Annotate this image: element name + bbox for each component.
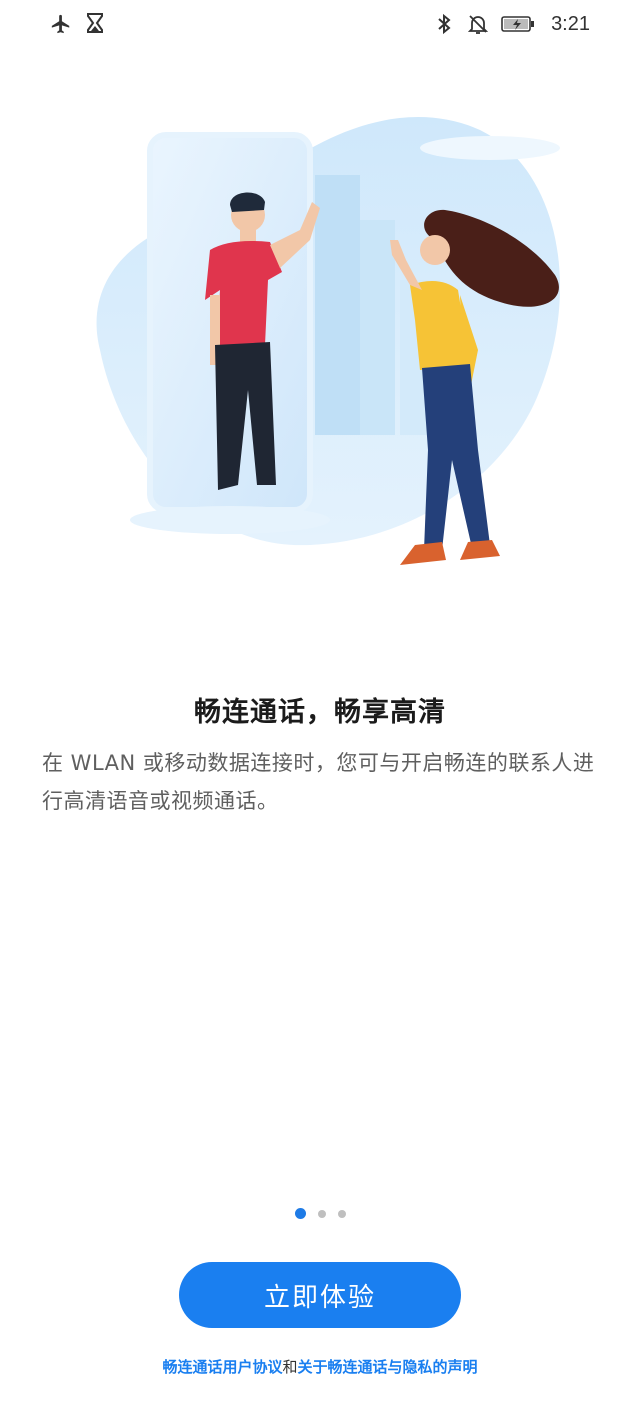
footer-legal: 畅连通话用户协议和关于畅连通话与隐私的声明 bbox=[0, 1356, 640, 1377]
page-indicator bbox=[0, 1208, 640, 1219]
footer-connector: 和 bbox=[282, 1358, 298, 1376]
hourglass-icon bbox=[84, 13, 106, 35]
feature-description: 在 WLAN 或移动数据连接时，您可与开启畅连的联系人进行高清语音或视频通话。 bbox=[42, 751, 595, 813]
privacy-statement-link[interactable]: 关于畅连通话与隐私的声明 bbox=[298, 1358, 478, 1376]
hero-illustration bbox=[60, 90, 580, 590]
page-dot-1[interactable] bbox=[294, 1208, 306, 1219]
clock: 3:21 bbox=[551, 12, 590, 35]
try-now-button[interactable]: 立即体验 bbox=[179, 1262, 461, 1328]
bell-off-icon bbox=[467, 13, 489, 35]
page-title: 畅连通话，畅享高清 bbox=[194, 697, 446, 728]
status-right: 3:21 bbox=[433, 13, 590, 36]
page-dot-2[interactable] bbox=[317, 1209, 326, 1218]
status-left bbox=[50, 13, 106, 35]
airplane-icon bbox=[50, 13, 72, 35]
battery-charging-icon bbox=[501, 16, 535, 32]
bluetooth-icon bbox=[433, 13, 455, 35]
page-dot-3[interactable] bbox=[337, 1209, 346, 1218]
status-bar: 3:21 bbox=[0, 0, 640, 48]
user-agreement-link[interactable]: 畅连通话用户协议 bbox=[162, 1358, 282, 1376]
